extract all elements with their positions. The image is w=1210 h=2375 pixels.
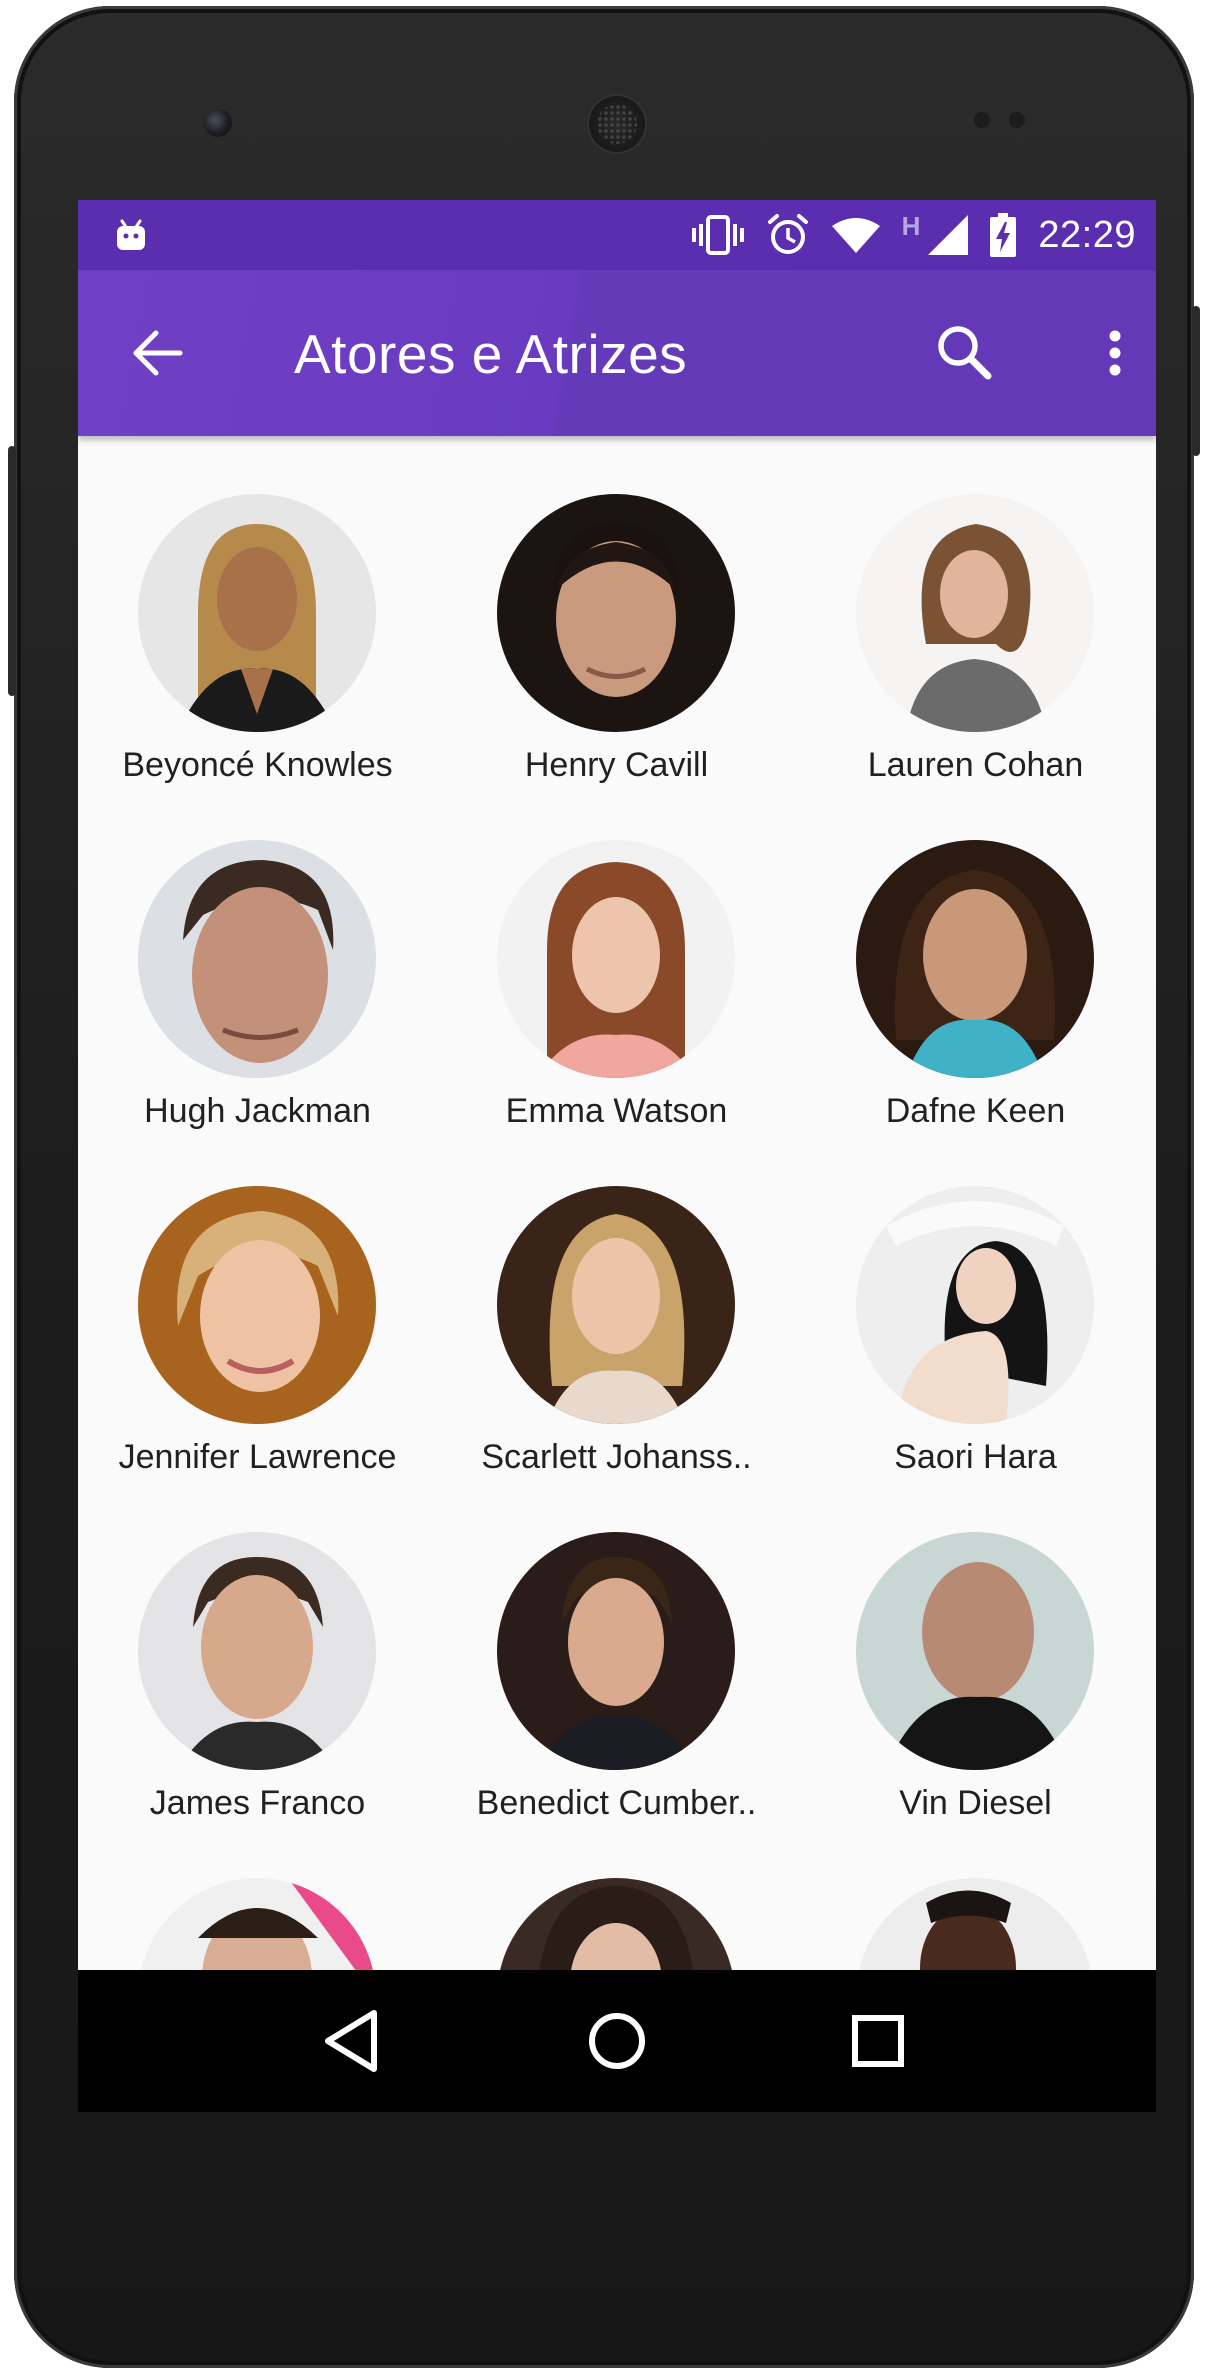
actor-name: Hugh Jackman — [144, 1092, 371, 1130]
navigation-bar — [78, 1970, 1156, 2112]
light-sensor — [1009, 112, 1025, 128]
back-triangle-icon[interactable] — [312, 2001, 392, 2081]
phone-frame: H 22:29 Atores e Atrizes Beyoncé Knowles… — [8, 6, 1200, 2368]
actor-photo — [138, 840, 376, 1078]
actor-photo — [138, 1532, 376, 1770]
actor-name: Henry Cavill — [524, 746, 709, 784]
power-button[interactable] — [1192, 306, 1200, 456]
actor-photo — [497, 840, 735, 1078]
actor-photo — [497, 494, 735, 732]
actor-item[interactable]: Jennifer Lawrence — [78, 1128, 437, 1476]
home-circle-icon[interactable] — [577, 2001, 657, 2081]
actor-photo — [856, 1186, 1094, 1424]
actor-photo — [497, 1186, 735, 1424]
actor-item[interactable]: Vin Diesel — [796, 1474, 1155, 1822]
status-bar: H 22:29 — [78, 200, 1156, 270]
actor-name: Scarlett Johanss.. — [481, 1438, 752, 1476]
front-camera — [204, 109, 232, 137]
status-icons: H 22:29 — [691, 200, 1136, 270]
screen: H 22:29 Atores e Atrizes Beyoncé Knowles… — [78, 200, 1156, 2112]
more-vert-icon[interactable] — [1090, 318, 1140, 388]
alarm-icon — [766, 213, 810, 257]
app-bar: Atores e Atrizes — [78, 270, 1156, 436]
actor-item[interactable]: Dafne Keen — [796, 782, 1155, 1130]
earpiece-speaker — [587, 94, 647, 154]
actor-item[interactable]: Emma Watson — [437, 782, 796, 1130]
vibrate-icon — [691, 215, 744, 255]
actor-name: Beyoncé Knowles — [122, 746, 393, 784]
actor-item[interactable]: Lauren Cohan — [796, 436, 1155, 784]
actor-item[interactable]: Scarlett Johanss.. — [437, 1128, 796, 1476]
actor-name: James Franco — [149, 1784, 366, 1822]
recents-square-icon[interactable] — [838, 2001, 918, 2081]
battery-charging-icon — [990, 213, 1017, 257]
page-title: Atores e Atrizes — [294, 323, 688, 385]
status-time: 22:29 — [1038, 213, 1136, 256]
actor-name: Lauren Cohan — [867, 746, 1084, 784]
actor-photo — [138, 494, 376, 732]
actor-photo — [856, 494, 1094, 732]
proximity-sensor — [974, 112, 990, 128]
actor-name: Jennifer Lawrence — [118, 1438, 397, 1476]
actor-name: Dafne Keen — [885, 1092, 1066, 1130]
actor-item[interactable]: Beyoncé Knowles — [78, 436, 437, 784]
actor-item[interactable]: Saori Hara — [796, 1128, 1155, 1476]
arrow-back-icon[interactable] — [128, 323, 188, 383]
actor-item[interactable]: Henry Cavill — [437, 436, 796, 784]
actors-grid: Beyoncé Knowles Henry Cavill Lauren Coha… — [78, 436, 1156, 2112]
actor-item[interactable]: Hugh Jackman — [78, 782, 437, 1130]
volume-button[interactable] — [8, 446, 16, 696]
actor-name: Saori Hara — [894, 1438, 1057, 1476]
network-type-label: H — [901, 210, 921, 241]
actor-item[interactable]: James Franco — [78, 1474, 437, 1822]
actor-photo — [497, 1532, 735, 1770]
actor-name: Vin Diesel — [899, 1784, 1052, 1822]
wifi-icon — [831, 217, 880, 253]
actor-photo — [856, 840, 1094, 1078]
actor-item[interactable]: Benedict Cumber.. — [437, 1474, 796, 1822]
search-icon[interactable] — [930, 318, 1000, 388]
signal-icon — [928, 215, 969, 255]
actor-photo — [856, 1532, 1094, 1770]
actor-photo — [138, 1186, 376, 1424]
actor-name: Emma Watson — [505, 1092, 728, 1130]
android-debug-icon — [114, 218, 148, 252]
actor-name: Benedict Cumber.. — [476, 1784, 757, 1822]
